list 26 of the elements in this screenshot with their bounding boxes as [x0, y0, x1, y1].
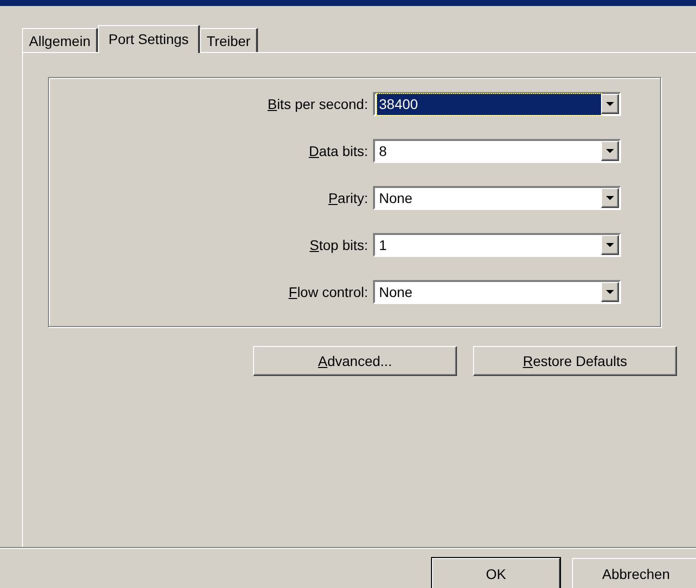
field-label: Parity:	[327, 188, 369, 208]
dialog-button[interactable]: OK	[432, 558, 560, 588]
dropdown-field[interactable]: None	[373, 186, 621, 210]
field-value: 8	[378, 142, 388, 160]
field-label: Bits per second:	[266, 94, 369, 114]
field-value: 38400	[377, 94, 601, 114]
field-value: None	[378, 188, 414, 208]
caret-icon[interactable]	[601, 188, 619, 208]
dialog-button[interactable]: Restore Defaults	[473, 346, 677, 376]
tab[interactable]: Port Settings	[98, 25, 200, 53]
caret-icon[interactable]	[601, 141, 619, 161]
dropdown-field[interactable]: 38400	[373, 92, 621, 116]
field-value: 1	[378, 236, 388, 254]
field-label: Flow control:	[288, 282, 369, 302]
dialog-button[interactable]: Advanced...	[253, 346, 457, 376]
dialog-button[interactable]: Abbrechen	[572, 558, 696, 588]
dropdown-field[interactable]: 1	[373, 233, 621, 257]
caret-icon[interactable]	[601, 235, 619, 255]
field-label: Data bits:	[308, 142, 369, 160]
dropdown-field[interactable]: 8	[373, 139, 621, 163]
caret-icon[interactable]	[601, 282, 619, 302]
caret-icon[interactable]	[601, 94, 619, 114]
field-value: None	[378, 282, 414, 302]
tab[interactable]: Treiber	[200, 28, 258, 52]
field-label: Stop bits:	[308, 236, 369, 255]
dropdown-field[interactable]: None	[373, 280, 621, 304]
